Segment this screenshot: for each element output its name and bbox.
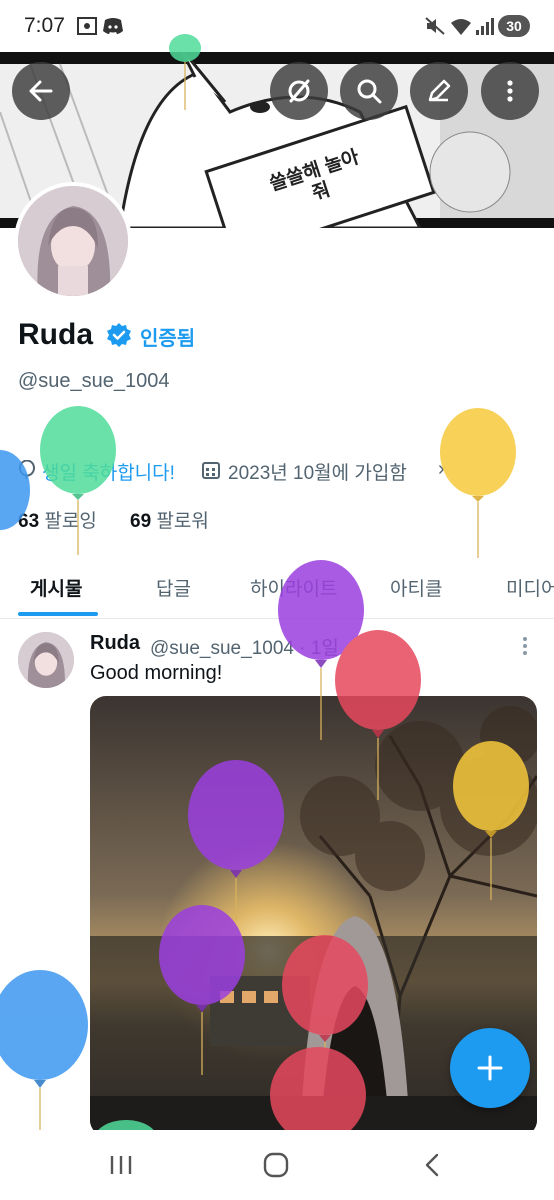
edit-icon [428,79,451,102]
post-text: Good morning! [90,662,223,684]
tab-replies[interactable]: 답글 [156,574,191,601]
discord-icon [103,18,123,34]
balloon-icon [19,460,35,480]
screenshot-icon [77,17,97,35]
more-vertical-icon [507,80,513,102]
status-bar: 7:07 30 [0,0,554,52]
profile-avatar[interactable] [14,182,132,300]
incognito-icon [288,79,310,103]
verified-badge-icon[interactable] [106,322,132,348]
active-tab-indicator [18,612,98,616]
compose-button[interactable] [450,1028,530,1108]
profile-name: Ruda [18,318,93,351]
avatar-image [18,186,128,296]
calendar-icon [202,462,220,479]
signal-icon [476,18,494,35]
following-count: 63 [18,511,40,532]
profile-handle: @sue_sue_1004 [18,370,170,392]
more-options-button[interactable] [481,62,539,120]
search-icon [357,79,382,104]
post-avatar-image [18,632,74,688]
back-button[interactable] [12,62,70,120]
following-label: 팔로잉 [44,511,97,532]
tab-highlights[interactable]: 하이라이트 [250,574,337,601]
birthday-link[interactable]: 생일 축하합니다! [42,458,175,485]
following-link[interactable]: 63 팔로잉 [18,506,97,533]
search-button[interactable] [340,62,398,120]
wifi-icon [451,19,471,35]
edit-profile-button[interactable] [410,62,468,120]
back-arrow-icon [29,80,53,102]
tab-media[interactable]: 미디어 [506,574,554,601]
tab-articles[interactable]: 아티클 [390,574,442,601]
back-icon[interactable] [420,1152,446,1178]
mute-icon [425,17,445,35]
post-author-avatar[interactable] [18,632,74,688]
followers-count: 69 [130,511,152,532]
home-icon[interactable] [263,1152,289,1178]
post-author-name[interactable]: Ruda [90,632,140,655]
post-meta: @sue_sue_1004 · 1일 [150,638,339,659]
followers-label: 팔로워 [156,511,209,532]
joined-date: 2023년 10월에 가입함 [228,463,407,484]
profile-tabs: 게시물 답글 하이라이트 아티클 미디어 [0,556,554,619]
system-nav-bar [0,1130,554,1200]
battery-indicator: 30 [498,15,530,37]
incognito-button[interactable] [270,62,328,120]
recent-apps-icon[interactable] [108,1152,134,1178]
post-more-icon[interactable] [518,636,532,656]
tab-posts[interactable]: 게시물 [30,574,82,601]
status-time: 7:07 [24,14,65,37]
chevron-right-icon[interactable]: › [438,458,445,481]
plus-icon [477,1055,503,1081]
followers-link[interactable]: 69 팔로워 [130,506,209,533]
verified-label[interactable]: 인증됨 [140,322,195,351]
